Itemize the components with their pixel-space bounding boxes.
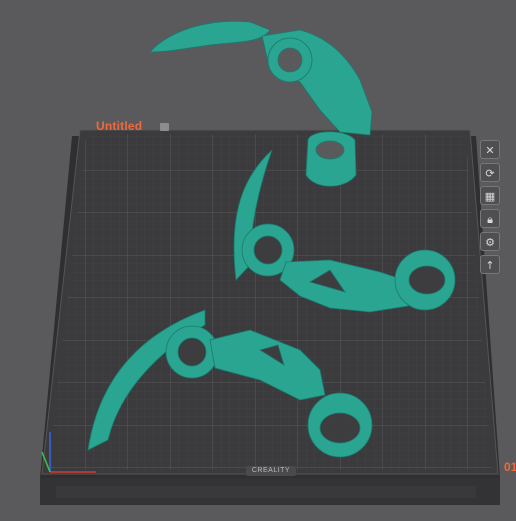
settings-icon[interactable]: ⚙ xyxy=(480,232,500,251)
scene-canvas xyxy=(40,20,500,505)
3d-viewport[interactable] xyxy=(0,0,516,516)
lock-icon[interactable]: 🔒︎ xyxy=(480,209,500,228)
close-icon[interactable]: ✕ xyxy=(480,140,500,159)
build-plate[interactable] xyxy=(40,129,500,505)
plate-lock-icon[interactable] xyxy=(160,123,169,131)
upload-icon[interactable]: ↑ xyxy=(480,255,500,274)
bed-brand-logo: CREALITY xyxy=(246,466,296,476)
arrange-icon[interactable]: ▦ xyxy=(480,186,500,205)
plate-index-label: 01 xyxy=(504,460,516,474)
orient-icon[interactable]: ⟳ xyxy=(480,163,500,182)
plate-name-label[interactable]: Untitled xyxy=(96,119,142,133)
